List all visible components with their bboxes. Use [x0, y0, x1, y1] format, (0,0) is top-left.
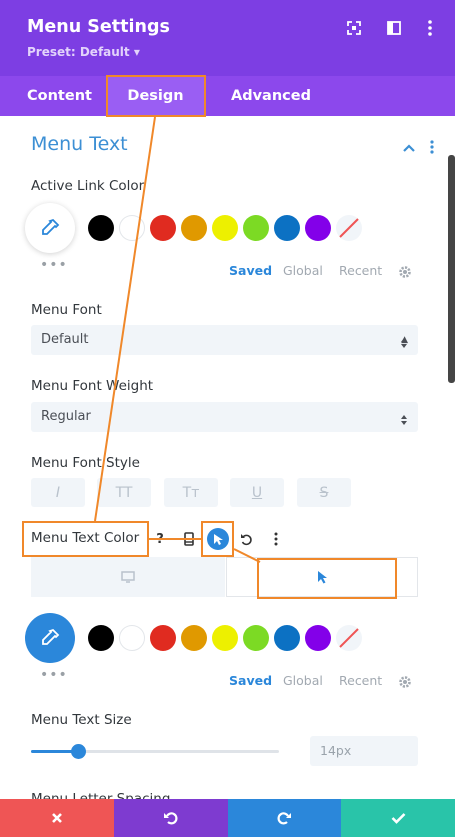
footer-actions — [0, 799, 455, 837]
discard-button[interactable] — [0, 799, 114, 837]
annotation-lines — [94, 116, 261, 563]
undo-icon — [163, 812, 178, 825]
close-icon — [51, 813, 62, 823]
save-button[interactable] — [341, 799, 455, 837]
check-icon — [391, 813, 406, 824]
redo-button[interactable] — [227, 799, 342, 837]
undo-button[interactable] — [113, 799, 228, 837]
redo-icon — [277, 812, 292, 825]
